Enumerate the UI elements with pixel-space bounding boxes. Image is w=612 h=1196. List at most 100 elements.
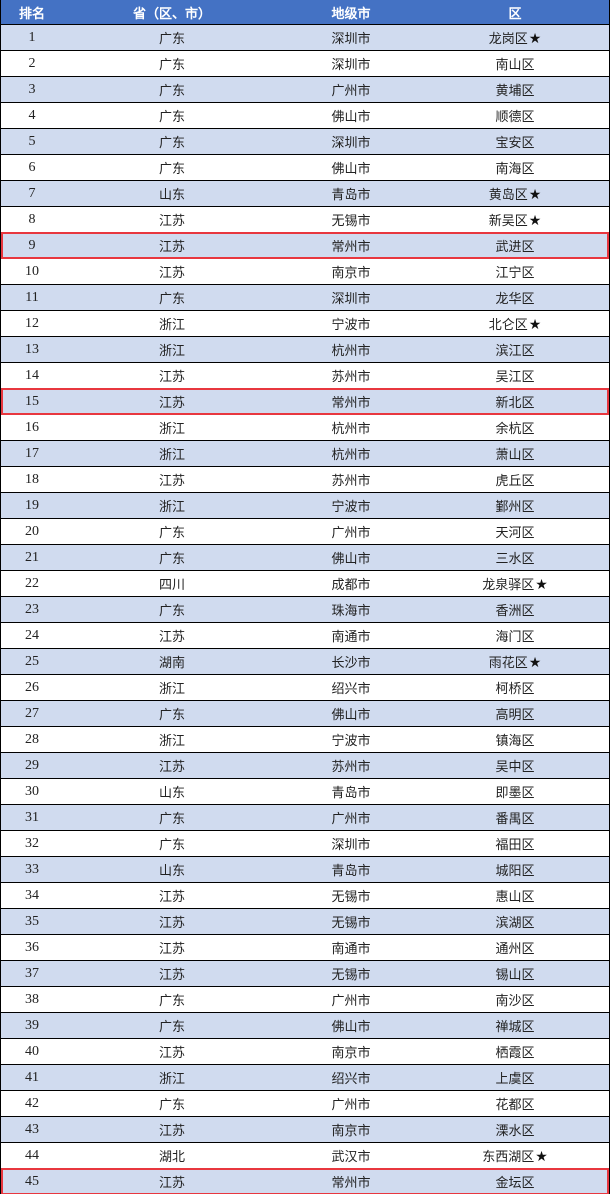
cell-district-text: 宝安区 [495, 136, 535, 151]
cell-district-text: 龙岗区 [488, 32, 528, 47]
cell-province: 湖南 [63, 652, 281, 671]
cell-city: 杭州市 [281, 444, 421, 463]
cell-city: 南京市 [281, 1120, 421, 1139]
cell-rank-text: 1 [28, 29, 36, 45]
cell-city-text: 宁波市 [331, 500, 371, 515]
cell-rank-text: 14 [25, 367, 39, 383]
cell-rank: 1 [1, 30, 63, 46]
cell-rank: 26 [1, 680, 63, 696]
cell-rank-text: 37 [25, 965, 39, 981]
cell-city: 宁波市 [281, 496, 421, 515]
table-row: 35 江苏 无锡市 滨湖区 [1, 909, 609, 935]
cell-province-text: 江苏 [158, 1124, 185, 1139]
cell-district-text: 鄞州区 [495, 500, 535, 515]
cell-city: 佛山市 [281, 106, 421, 125]
cell-rank: 16 [1, 420, 63, 436]
cell-district-text: 东西湖区 [482, 1150, 535, 1165]
cell-rank-text: 21 [25, 549, 39, 565]
cell-city-text: 深圳市 [331, 136, 371, 151]
cell-province-text: 江苏 [158, 890, 185, 905]
cell-rank-text: 34 [25, 887, 39, 903]
cell-province-text: 浙江 [158, 422, 185, 437]
cell-province-text: 广东 [158, 812, 185, 827]
cell-rank-text: 25 [25, 653, 39, 669]
cell-province-text: 山东 [158, 786, 185, 801]
cell-province-text: 广东 [158, 526, 185, 541]
cell-city-text: 佛山市 [331, 708, 371, 723]
cell-province: 浙江 [63, 314, 281, 333]
cell-city: 常州市 [281, 1172, 421, 1191]
cell-province-text: 广东 [158, 162, 185, 177]
cell-province: 江苏 [63, 470, 281, 489]
cell-rank: 35 [1, 914, 63, 930]
cell-district-text: 新吴区 [488, 214, 528, 229]
cell-rank: 5 [1, 134, 63, 150]
cell-province: 山东 [63, 184, 281, 203]
cell-district-text: 惠山区 [495, 890, 535, 905]
cell-district: 禅城区 [421, 1016, 609, 1035]
cell-province: 江苏 [63, 392, 281, 411]
cell-city-text: 珠海市 [331, 604, 371, 619]
table-row: 19 浙江 宁波市 鄞州区 [1, 493, 609, 519]
cell-rank-text: 20 [25, 523, 39, 539]
table-row: 29 江苏 苏州市 吴中区 [1, 753, 609, 779]
cell-city: 南京市 [281, 262, 421, 281]
cell-rank-text: 32 [25, 835, 39, 851]
cell-province-text: 山东 [158, 864, 185, 879]
cell-province-text: 四川 [158, 578, 185, 593]
table-row-highlighted: 45 江苏 常州市 金坛区 [1, 1168, 609, 1195]
cell-rank-text: 24 [25, 627, 39, 643]
cell-city-text: 苏州市 [331, 474, 371, 489]
cell-province: 江苏 [63, 964, 281, 983]
cell-rank: 19 [1, 498, 63, 514]
cell-province: 浙江 [63, 340, 281, 359]
cell-rank-text: 44 [25, 1147, 39, 1163]
cell-rank-text: 11 [25, 289, 39, 305]
cell-province-text: 广东 [158, 32, 185, 47]
cell-city: 南通市 [281, 938, 421, 957]
table-row: 8 江苏 无锡市 新吴区★ [1, 207, 609, 233]
table-row: 20 广东 广州市 天河区 [1, 519, 609, 545]
cell-city: 青岛市 [281, 782, 421, 801]
cell-city-text: 无锡市 [331, 890, 371, 905]
cell-province: 广东 [63, 80, 281, 99]
cell-rank-text: 10 [25, 263, 39, 279]
cell-rank: 38 [1, 992, 63, 1008]
table-row: 2 广东 深圳市 南山区 [1, 51, 609, 77]
cell-rank: 39 [1, 1018, 63, 1034]
cell-province-text: 江苏 [158, 916, 185, 931]
cell-district-text: 余杭区 [495, 422, 535, 437]
cell-province: 浙江 [63, 444, 281, 463]
cell-rank: 20 [1, 524, 63, 540]
cell-city-text: 常州市 [331, 240, 371, 255]
table-row: 32 广东 深圳市 福田区 [1, 831, 609, 857]
cell-district-text: 高明区 [495, 708, 535, 723]
cell-district-text: 福田区 [495, 838, 535, 853]
cell-rank-text: 4 [28, 107, 36, 123]
cell-province-text: 湖北 [158, 1150, 185, 1165]
cell-province: 浙江 [63, 730, 281, 749]
cell-district-text: 雨花区 [488, 656, 528, 671]
cell-city: 苏州市 [281, 756, 421, 775]
star-icon: ★ [528, 187, 542, 203]
cell-rank: 33 [1, 862, 63, 878]
cell-province-text: 浙江 [158, 682, 185, 697]
cell-province-text: 广东 [158, 838, 185, 853]
cell-city: 南京市 [281, 1042, 421, 1061]
cell-district-text: 溧水区 [495, 1124, 535, 1139]
cell-city: 深圳市 [281, 834, 421, 853]
header-city: 地级市 [331, 6, 371, 22]
cell-city-text: 深圳市 [331, 838, 371, 853]
cell-rank: 3 [1, 82, 63, 98]
cell-district: 城阳区 [421, 860, 609, 879]
table-row: 42 广东 广州市 花都区 [1, 1091, 609, 1117]
cell-city: 绍兴市 [281, 678, 421, 697]
table-row: 30 山东 青岛市 即墨区 [1, 779, 609, 805]
table-row: 43 江苏 南京市 溧水区 [1, 1117, 609, 1143]
cell-rank: 42 [1, 1096, 63, 1112]
cell-rank-text: 12 [25, 315, 39, 331]
cell-province: 广东 [63, 808, 281, 827]
cell-rank-text: 5 [28, 133, 36, 149]
cell-city-text: 南京市 [331, 1124, 371, 1139]
table-row: 12 浙江 宁波市 北仑区★ [1, 311, 609, 337]
